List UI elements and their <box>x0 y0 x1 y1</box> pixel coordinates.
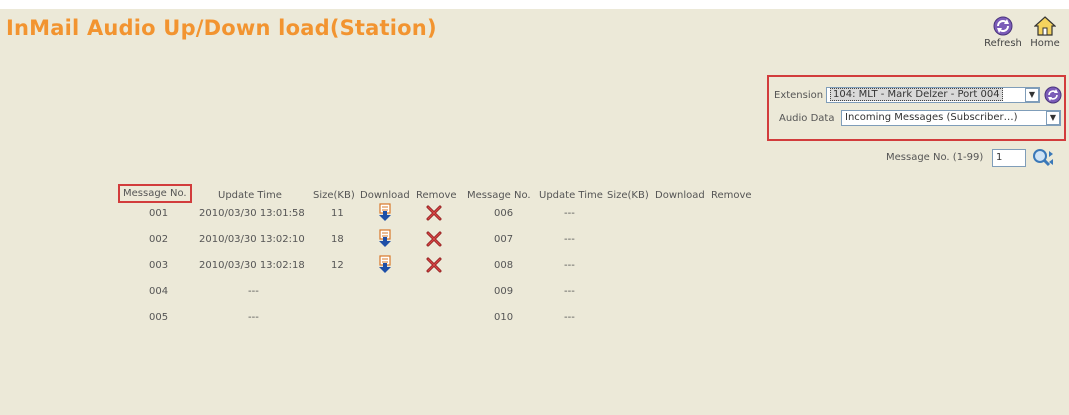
download-icon[interactable] <box>377 255 393 273</box>
row-3-message-no: 003 <box>149 260 169 271</box>
row-2-update-time: 2010/03/30 13:02:10 <box>199 234 305 245</box>
header-size-left: Size(KB) <box>313 190 355 201</box>
header-download-left: Download <box>360 190 410 201</box>
row-5-update-time: --- <box>248 312 259 323</box>
row-9-message-no: 009 <box>494 286 514 297</box>
row-4-update-time: --- <box>248 286 259 297</box>
audio-data-dropdown-arrow[interactable]: ▼ <box>1046 111 1060 125</box>
row-2-size: 18 <box>331 234 344 245</box>
header-update-time-left: Update Time <box>218 190 282 201</box>
row-5-message-no: 005 <box>149 312 169 323</box>
extension-dropdown-arrow[interactable]: ▼ <box>1025 88 1039 102</box>
message-no-input[interactable]: 1 <box>992 149 1026 167</box>
header-size-right: Size(KB) <box>607 190 649 201</box>
row-10-message-no: 010 <box>494 312 514 323</box>
row-10-update-time: --- <box>564 312 575 323</box>
header-remove-right: Remove <box>711 190 752 201</box>
home-label: Home <box>1030 38 1060 49</box>
home-button[interactable]: Home <box>1022 15 1068 49</box>
row-4-message-no: 004 <box>149 286 169 297</box>
refresh-icon <box>993 16 1013 36</box>
download-icon[interactable] <box>377 229 393 247</box>
header-download-right: Download <box>655 190 705 201</box>
header-remove-left: Remove <box>416 190 457 201</box>
search-icon[interactable] <box>1032 148 1054 168</box>
row-7-update-time: --- <box>564 234 575 245</box>
extension-refresh-icon[interactable] <box>1044 86 1062 104</box>
row-6-message-no: 006 <box>494 208 514 219</box>
extension-select[interactable]: 104: MLT - Mark Delzer - Port 004 <box>826 87 1040 103</box>
audio-data-label: Audio Data <box>779 113 835 124</box>
audio-data-select[interactable]: Incoming Messages (Subscriber…) <box>841 110 1061 126</box>
refresh-label: Refresh <box>984 38 1022 49</box>
row-9-update-time: --- <box>564 286 575 297</box>
row-1-update-time: 2010/03/30 13:01:58 <box>199 208 305 219</box>
message-no-range-label: Message No. (1-99) <box>886 152 984 163</box>
row-2-message-no: 002 <box>149 234 169 245</box>
row-7-message-no: 007 <box>494 234 514 245</box>
download-icon[interactable] <box>377 203 393 221</box>
row-1-message-no: 001 <box>149 208 169 219</box>
content-panel: InMail Audio Up/Down load(Station) Refre… <box>0 9 1069 415</box>
row-8-update-time: --- <box>564 260 575 271</box>
audio-data-value: Incoming Messages (Subscriber…) <box>845 112 1018 123</box>
header-update-time-right: Update Time <box>539 190 603 201</box>
row-6-update-time: --- <box>564 208 575 219</box>
filter-box <box>767 75 1066 141</box>
extension-label: Extension <box>774 90 824 101</box>
header-message-no-left: Message No. <box>118 184 192 203</box>
remove-icon[interactable] <box>426 204 442 222</box>
page-title: InMail Audio Up/Down load(Station) <box>6 16 437 40</box>
extension-value: 104: MLT - Mark Delzer - Port 004 <box>830 88 1003 101</box>
row-3-update-time: 2010/03/30 13:02:18 <box>199 260 305 271</box>
home-icon <box>1034 16 1056 36</box>
remove-icon[interactable] <box>426 256 442 274</box>
row-3-size: 12 <box>331 260 344 271</box>
refresh-button[interactable]: Refresh <box>980 15 1026 49</box>
remove-icon[interactable] <box>426 230 442 248</box>
row-8-message-no: 008 <box>494 260 514 271</box>
row-1-size: 11 <box>331 208 344 219</box>
header-message-no-right: Message No. <box>467 190 531 201</box>
